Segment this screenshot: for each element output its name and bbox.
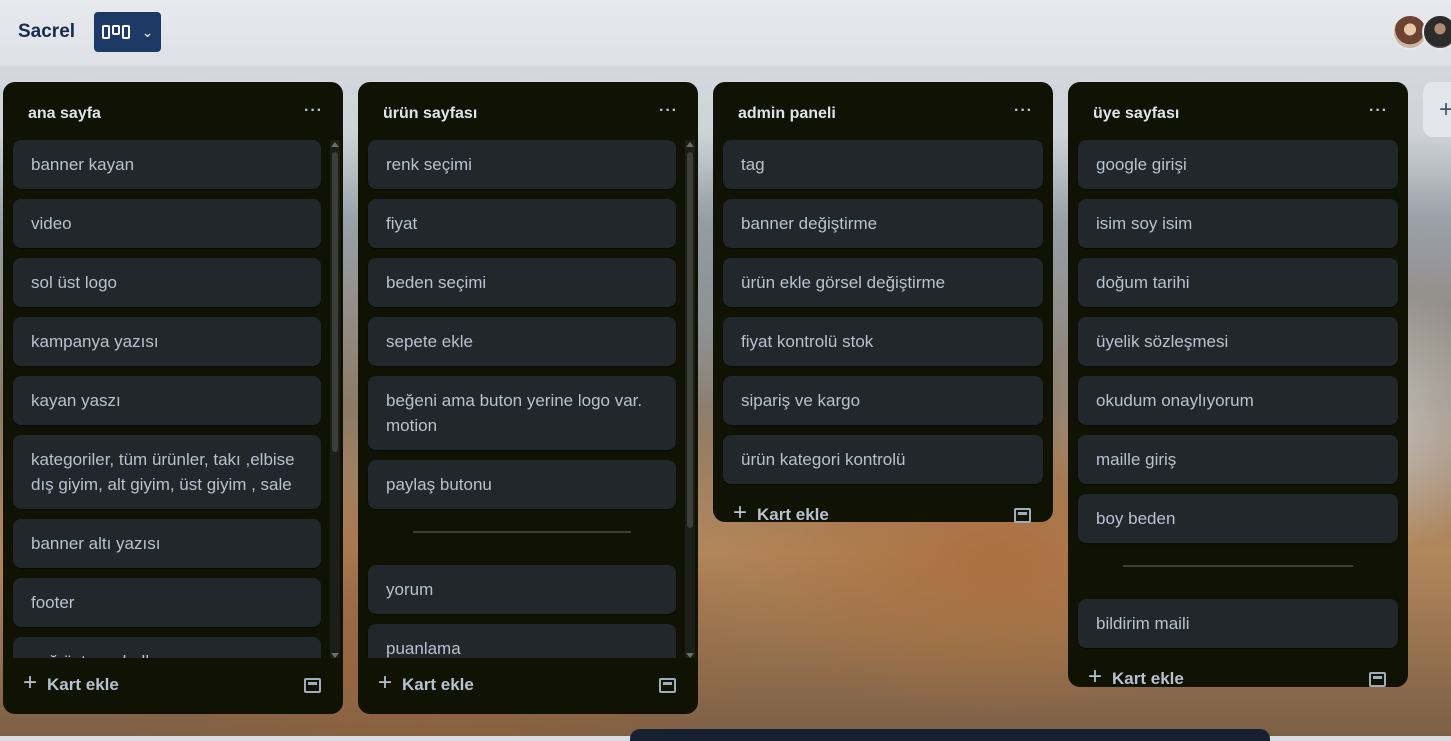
view-switcher-button[interactable]: ⌄ [94, 12, 161, 52]
list-item[interactable]: paylaş butonu [368, 460, 676, 509]
list-item[interactable]: beden seçimi [368, 258, 676, 307]
list-item[interactable]: bildirim maili [1078, 599, 1398, 648]
scrollbar-thumb[interactable] [332, 152, 338, 452]
list-item[interactable]: sol üst logo [13, 258, 321, 307]
list-item[interactable]: footer [13, 578, 321, 627]
list-item[interactable]: fiyat kontrolü stok [723, 317, 1043, 366]
list-item[interactable]: tag [723, 140, 1043, 189]
list-item[interactable]: ürün kategori kontrolü [723, 435, 1043, 484]
card-template-icon[interactable] [1014, 508, 1031, 523]
more-options-icon[interactable]: ··· [659, 102, 678, 120]
list-uye-sayfasi: üye sayfası ··· google girişi isim soy i… [1068, 82, 1408, 690]
list-item[interactable]: isim soy isim [1078, 199, 1398, 248]
list-item[interactable]: yorum [368, 565, 676, 614]
list-item[interactable]: kayan yaszı [13, 376, 321, 425]
add-card-label: Kart ekle [1112, 668, 1184, 688]
scroll-up-icon[interactable] [331, 142, 339, 147]
list-item[interactable]: banner kayan [13, 140, 321, 189]
more-options-icon[interactable]: ··· [1369, 102, 1388, 120]
divider [1123, 565, 1353, 567]
list-item[interactable]: banner değiştirme [723, 199, 1043, 248]
list-item[interactable]: sipariş ve kargo [723, 376, 1043, 425]
plus-icon: + [1439, 96, 1451, 123]
add-card-label: Kart ekle [47, 674, 119, 694]
scrollbar-thumb[interactable] [687, 152, 693, 528]
list-item[interactable]: beğeni ama buton yerine logo var. motion [368, 376, 676, 450]
list-item[interactable]: okudum onaylıyorum [1078, 376, 1398, 425]
card-template-icon[interactable] [304, 678, 321, 693]
more-options-icon[interactable]: ··· [1014, 102, 1033, 120]
list-item[interactable]: kampanya yazısı [13, 317, 321, 366]
card-template-icon[interactable] [659, 678, 676, 693]
board-icon [101, 25, 130, 39]
list-item[interactable]: video [13, 199, 321, 248]
scroll-up-icon[interactable] [686, 142, 694, 147]
add-card-button[interactable]: + Kart ekle [378, 669, 474, 696]
plus-icon: + [733, 499, 748, 526]
add-card-label: Kart ekle [757, 504, 829, 524]
list-item[interactable]: ürün ekle görsel değiştirme [723, 258, 1043, 307]
plus-icon: + [23, 669, 38, 696]
plus-icon: + [378, 669, 393, 696]
list-item[interactable]: boy beden [1078, 494, 1398, 543]
add-list-button[interactable]: + [1423, 82, 1451, 137]
list-title[interactable]: ana sayfa [28, 105, 101, 123]
list-title[interactable]: üye sayfası [1093, 105, 1179, 123]
scrollbar[interactable] [685, 140, 695, 658]
bottom-toolbar [630, 729, 1270, 741]
list-item[interactable]: maille giriş [1078, 435, 1398, 484]
plus-icon: + [1088, 663, 1103, 690]
list-item[interactable]: üyelik sözleşmesi [1078, 317, 1398, 366]
divider [413, 531, 631, 533]
more-options-icon[interactable]: ··· [304, 102, 323, 120]
add-card-label: Kart ekle [402, 674, 474, 694]
avatar[interactable] [1422, 14, 1451, 50]
list-item[interactable]: google girişi [1078, 140, 1398, 189]
scrollbar[interactable] [330, 140, 340, 658]
add-card-button[interactable]: + Kart ekle [733, 499, 829, 526]
list-item[interactable]: banner altı yazısı [13, 519, 321, 568]
add-card-button[interactable]: + Kart ekle [1088, 663, 1184, 690]
list-item[interactable]: renk seçimi [368, 140, 676, 189]
list-ana-sayfa: ana sayfa ··· banner kayan video sol üst… [3, 82, 343, 714]
list-item[interactable]: fiyat [368, 199, 676, 248]
list-item[interactable]: sağ üst semboller arama [13, 637, 321, 658]
board-title[interactable]: Sacrel [18, 21, 75, 43]
list-item[interactable]: kategoriler, tüm ürünler, takı ,elbise d… [13, 435, 321, 509]
card-template-icon[interactable] [1369, 672, 1386, 687]
list-title[interactable]: ürün sayfası [383, 105, 477, 123]
board-header: Sacrel ⌄ [0, 0, 1451, 66]
list-admin-paneli: admin paneli ··· tag banner değiştirme ü… [713, 82, 1053, 526]
list-title[interactable]: admin paneli [738, 105, 836, 123]
list-item[interactable]: puanlama [368, 624, 676, 658]
add-card-button[interactable]: + Kart ekle [23, 669, 119, 696]
list-item[interactable]: doğum tarihi [1078, 258, 1398, 307]
list-item[interactable]: sepete ekle [368, 317, 676, 366]
chevron-down-icon: ⌄ [141, 24, 154, 40]
list-urun-sayfasi: ürün sayfası ··· renk seçimi fiyat beden… [358, 82, 698, 714]
